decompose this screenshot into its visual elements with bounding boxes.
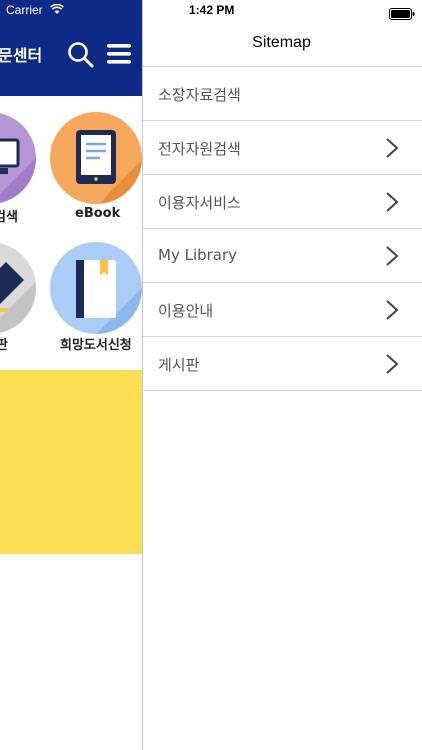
app-header: 문센터 <box>0 22 143 96</box>
chevron-right-icon <box>385 299 399 325</box>
menu-item-label: eBook <box>75 206 121 221</box>
page-title: Sitemap <box>252 34 311 51</box>
quick-menu-grid: 검색 eBook 판 희망도서신청 <box>0 96 143 370</box>
ebook-reader-icon[interactable] <box>50 112 142 204</box>
wifi-icon <box>50 3 64 18</box>
chevron-right-icon <box>385 353 399 379</box>
carrier-label: Carrier <box>6 3 43 17</box>
chevron-right-icon <box>385 191 399 217</box>
header-title: 문센터 <box>0 46 43 65</box>
sitemap-item-label: 이용안내 <box>158 302 214 320</box>
book-bookmark-icon[interactable] <box>50 242 142 334</box>
chevron-right-icon <box>385 137 399 163</box>
menu-item-label: 검색 <box>0 210 18 225</box>
sitemap-item-user-services[interactable]: 이용자서비스 <box>143 175 422 229</box>
sitemap-item-board[interactable]: 게시판 <box>143 337 422 391</box>
sitemap-list: 소장자료검색 전자자원검색 이용자서비스 My Library 이용안내 게시판 <box>143 67 422 391</box>
monitor-icon[interactable] <box>0 112 36 204</box>
sitemap-item-label: 전자자원검색 <box>158 140 241 158</box>
status-bar-right: 1:42 PM <box>143 0 422 22</box>
sitemap-item-e-resource-search[interactable]: 전자자원검색 <box>143 121 422 175</box>
chevron-right-icon <box>385 245 399 271</box>
sitemap-item-usage-guide[interactable]: 이용안내 <box>143 283 422 337</box>
pen-icon[interactable] <box>0 242 36 334</box>
sitemap-nav-bar: Sitemap <box>143 22 422 67</box>
search-icon[interactable] <box>67 41 95 73</box>
sitemap-item-collection-search[interactable]: 소장자료검색 <box>143 67 422 121</box>
status-bar-left: Carrier <box>0 0 143 22</box>
sitemap-item-my-library[interactable]: My Library <box>143 229 422 283</box>
sitemap-panel: 1:42 PM Sitemap 소장자료검색 전자자원검색 이용자서비스 My … <box>143 0 422 750</box>
banner-area <box>0 370 143 554</box>
sitemap-item-label: 소장자료검색 <box>158 86 241 104</box>
sitemap-item-label: 게시판 <box>158 356 200 374</box>
status-time: 1:42 PM <box>189 3 235 17</box>
sitemap-item-label: My Library <box>158 246 238 264</box>
app-background-panel: Carrier 문센터 색 eBook 판 희망도서신청 <box>0 0 143 750</box>
menu-item-label: 희망도서신청 <box>60 338 132 353</box>
sitemap-item-label: 이용자서비스 <box>158 194 241 212</box>
menu-item-label: 판 <box>0 338 8 353</box>
hamburger-menu-icon[interactable] <box>106 43 132 69</box>
